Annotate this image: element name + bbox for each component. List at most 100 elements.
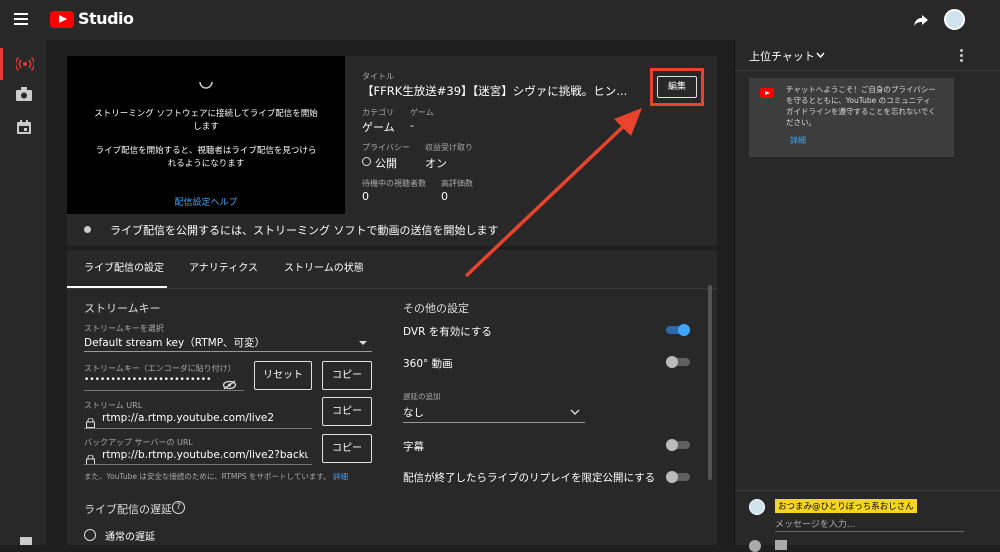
tabs-divider [67,288,717,289]
stream-url-field[interactable]: rtmp://a.rtmp.youtube.com/live2 [102,412,274,424]
tab-stream-health[interactable]: ストリームの状態 [284,259,364,274]
help-icon[interactable]: ? [172,501,185,514]
stream-key-field[interactable]: •••••••••••••••••••••••• [84,375,211,385]
tab-analytics[interactable]: アナリティクス [189,259,258,274]
settings-scrollbar[interactable] [708,285,712,480]
chat-divider [735,70,1000,71]
backup-url-label: バックアップ サーバーの URL [84,438,193,447]
avatar[interactable] [944,9,965,30]
chat-user-name: おつまみ@ひとりぼっち系おじさん [775,499,917,513]
globe-icon [362,157,371,166]
waiting-viewers-value: 0 [362,190,369,203]
youtube-badge-icon [760,88,774,98]
welcome-text-3: ガイドラインを遵守することを忘れないでく [786,107,936,116]
welcome-text-1: チャットへようこそ！ご自身のプライバシー [786,85,936,94]
copy-url-button[interactable]: コピー [322,397,372,426]
rtmps-details-link[interactable]: 詳細 [333,472,348,481]
monetize-label: 収益受け取り [425,143,473,152]
likes-label: 高評価数 [441,179,473,188]
edit-button[interactable]: 編集 [657,76,697,98]
delay-chevron-down-icon[interactable] [570,409,580,415]
unlisted-replay-toggle[interactable] [666,470,692,484]
loading-spinner-icon [199,81,213,89]
preview-message-4: れるようになります [167,159,245,169]
welcome-card: チャットへようこそ！ご自身のプライバシー を守るとともに、YouTube のコミ… [749,78,954,157]
stream-settings-help-link[interactable]: 配信設定ヘルプ [67,195,345,208]
main-panel: ストリーミング ソフトウェアに接続してライブ配信を開始 します ライブ配信を開始… [48,40,732,545]
chat-input-divider [735,490,1000,491]
captions-label: 字幕 [403,441,424,453]
left-nav [0,40,48,545]
latency-radio[interactable] [84,529,96,541]
stream-key-select[interactable]: Default stream key（RTMP、可変） [84,335,265,350]
hamburger-menu-icon[interactable] [14,13,28,25]
preview-message-2: します [193,122,219,132]
preview-message-1: ストリーミング ソフトウェアに接続してライブ配信を開始 [94,109,318,119]
stream-key-select-underline [84,351,372,352]
welcome-details-link[interactable]: 詳細 [790,135,806,146]
stream-url-underline [84,428,312,429]
chat-user-avatar [749,499,765,515]
title-label: タイトル [362,72,394,81]
camera-icon[interactable] [16,86,32,101]
live-stream-nav-icon[interactable] [0,48,48,80]
chat-panel: 上位チャット チャットへようこそ！ご自身のプライバシー を守るとともに、YouT… [734,40,1000,552]
lock-icon [86,450,95,465]
captions-toggle[interactable] [666,438,692,452]
game-label: ゲーム [410,108,434,117]
copy-key-button[interactable]: コピー [322,361,372,390]
title-value: 【FFRK生放送#39】【迷宮】シヴァに挑戦。ヒン... [362,84,628,98]
money-icon[interactable] [775,540,787,550]
feedback-icon[interactable] [20,537,32,545]
welcome-text-4: ださい。 [786,118,816,127]
category-label: カテゴリ [362,108,394,117]
youtube-logo-icon[interactable] [50,11,74,28]
tab-stream-settings[interactable]: ライブ配信の設定 [84,259,164,274]
eye-off-icon[interactable] [222,375,237,390]
status-dot-icon [84,226,91,233]
game-value: - [410,119,414,132]
top-bar: Studio [0,0,1000,40]
chat-mode-chevron-down-icon[interactable] [816,52,825,58]
stream-url-label: ストリーム URL [84,401,143,410]
preview-message-3: ライブ配信を開始すると、視聴者はライブ配信を見つけら [95,146,317,156]
emoji-icon[interactable] [749,540,761,552]
stream-key-select-label: ストリームキーを選択 [84,324,164,333]
studio-logo-text: Studio [78,9,134,28]
delay-underline [403,422,585,423]
reset-button[interactable]: リセット [254,361,312,390]
privacy-label: プライバシー [362,143,410,152]
rtmps-note-text: また、YouTube は安全な接続のために、RTMPS をサポートしています。 [84,472,331,481]
monetize-value: オン [425,157,447,170]
status-bar: ライブ配信を公開するには、ストリーミング ソフトで動画の送信を開始します [67,214,717,246]
stream-key-section-title: ストリームキー [84,302,161,315]
likes-value: 0 [441,190,448,203]
dvr-label: DVR を有効にする [403,326,492,338]
status-message: ライブ配信を公開するには、ストリーミング ソフトで動画の送信を開始します [110,224,499,237]
copy-backup-url-button[interactable]: コピー [322,434,372,463]
welcome-text-2: を守るとともに、YouTube のコミュニティ [786,96,931,105]
backup-url-underline [84,464,312,465]
category-value: ゲーム [362,121,395,134]
chat-input-underline [775,531,964,532]
lock-icon [86,413,95,428]
latency-option-label: 通常の遅延 [105,532,155,543]
chat-header[interactable]: 上位チャット [749,48,815,64]
stream-key-label: ストリームキー（エンコーダに貼り付け） [84,364,236,373]
delay-label: 遅延の追加 [403,392,441,401]
dropdown-arrow-icon[interactable] [359,341,367,345]
share-icon[interactable] [913,12,929,28]
stream-key-underline [84,390,244,391]
more-vert-icon[interactable] [959,49,963,62]
delay-select[interactable]: なし [403,405,424,420]
calendar-icon[interactable] [17,119,31,134]
privacy-value: 公開 [375,157,397,170]
chat-message-input[interactable]: メッセージを入力... [775,517,855,530]
360-video-label: 360° 動画 [403,358,453,370]
latency-section-title: ライブ配信の遅延 [84,503,172,516]
dvr-toggle[interactable] [666,323,692,337]
360-video-toggle[interactable] [666,355,692,369]
stream-preview: ストリーミング ソフトウェアに接続してライブ配信を開始 します ライブ配信を開始… [67,56,345,214]
backup-url-field[interactable]: rtmp://b.rtmp.youtube.com/live2?backup [102,449,308,461]
rtmps-note: また、YouTube は安全な接続のために、RTMPS をサポートしています。 … [84,471,348,482]
